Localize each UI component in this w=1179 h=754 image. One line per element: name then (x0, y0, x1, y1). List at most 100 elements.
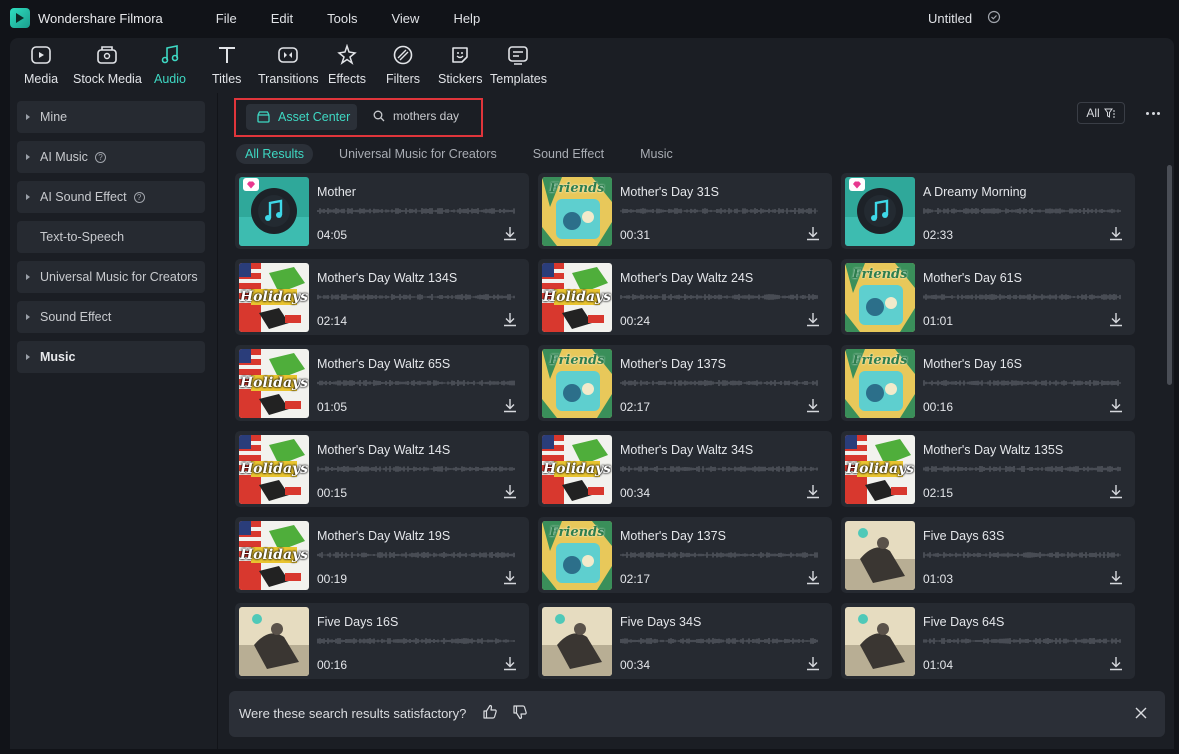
sidebar-item-sound-effect[interactable]: Sound Effect (17, 301, 205, 333)
audio-thumbnail[interactable] (845, 521, 915, 590)
waveform (923, 552, 1121, 558)
audio-thumbnail[interactable] (239, 607, 309, 676)
sidebar-item-mine[interactable]: Mine (17, 101, 205, 133)
saved-check-icon (987, 10, 1001, 24)
audio-thumbnail[interactable]: Friends (542, 521, 612, 590)
tool-stickers[interactable]: Stickers (438, 44, 482, 86)
asset-center-button[interactable]: Asset Center (246, 104, 357, 130)
audio-thumbnail[interactable]: Holidays (845, 435, 915, 504)
menu-help[interactable]: Help (436, 11, 497, 26)
audio-thumbnail[interactable]: Friends (542, 177, 612, 246)
audio-result-card[interactable]: Holidays Mother's Day Waltz 134S 02:14 (235, 259, 529, 335)
menu-file[interactable]: File (199, 11, 254, 26)
tab-sound-effect[interactable]: Sound Effect (533, 147, 604, 161)
download-icon[interactable] (503, 570, 517, 585)
audio-thumbnail[interactable]: Holidays (239, 349, 309, 418)
audio-result-card[interactable]: Five Days 34S 00:34 (538, 603, 832, 679)
tool-templates[interactable]: Templates (490, 44, 547, 86)
tool-transitions[interactable]: Transitions (258, 44, 319, 86)
help-icon[interactable]: ? (94, 151, 106, 163)
download-icon[interactable] (1109, 570, 1123, 585)
audio-thumbnail[interactable]: Holidays (239, 521, 309, 590)
sidebar-item-text-to-speech[interactable]: Text-to-Speech (17, 221, 205, 253)
menu-edit[interactable]: Edit (254, 11, 310, 26)
download-icon[interactable] (503, 226, 517, 241)
audio-title: Mother's Day Waltz 135S (923, 443, 1064, 457)
menu-view[interactable]: View (374, 11, 436, 26)
download-icon[interactable] (806, 656, 820, 671)
tool-effects[interactable]: Effects (328, 44, 366, 86)
audio-result-card[interactable]: Holidays Mother's Day Waltz 135S 02:15 (841, 431, 1135, 507)
audio-thumbnail[interactable]: Holidays (542, 435, 612, 504)
thumbs-up-icon[interactable] (482, 704, 498, 720)
audio-result-card[interactable]: Friends Mother's Day 137S 02:17 (538, 345, 832, 421)
audio-thumbnail[interactable]: Friends (845, 263, 915, 332)
close-icon[interactable] (1135, 707, 1147, 719)
download-icon[interactable] (1109, 656, 1123, 671)
download-icon[interactable] (806, 398, 820, 413)
thumbnail-text: Holidays (239, 375, 309, 391)
audio-result-card[interactable]: Friends Mother's Day 137S 02:17 (538, 517, 832, 593)
audio-title: Mother's Day Waltz 14S (317, 443, 451, 457)
waveform (620, 208, 818, 214)
menu-tools[interactable]: Tools (310, 11, 374, 26)
audio-thumbnail[interactable] (542, 607, 612, 676)
audio-thumbnail[interactable]: Holidays (239, 263, 309, 332)
audio-thumbnail[interactable]: Friends (542, 349, 612, 418)
audio-result-card[interactable]: Holidays Mother's Day Waltz 24S 00:24 (538, 259, 832, 335)
download-icon[interactable] (806, 570, 820, 585)
tool-filters[interactable]: Filters (386, 44, 420, 86)
thumbs-down-icon[interactable] (512, 704, 528, 720)
download-icon[interactable] (1109, 484, 1123, 499)
sidebar-item-ai-sound-effect[interactable]: AI Sound Effect? (17, 181, 205, 213)
thumbnail-text: Holidays (542, 461, 612, 477)
thumbnail-text: Holidays (542, 289, 612, 305)
audio-thumbnail[interactable]: Friends (845, 349, 915, 418)
download-icon[interactable] (503, 484, 517, 499)
audio-result-card[interactable]: A Dreamy Morning 02:33 (841, 173, 1135, 249)
tool-titles[interactable]: Titles (212, 44, 241, 86)
audio-result-card[interactable]: Mother 04:05 (235, 173, 529, 249)
audio-sidebar: Mine AI Music? AI Sound Effect? Text-to-… (10, 93, 218, 749)
download-icon[interactable] (806, 484, 820, 499)
audio-thumbnail[interactable]: Holidays (542, 263, 612, 332)
audio-result-card[interactable]: Holidays Mother's Day Waltz 34S 00:34 (538, 431, 832, 507)
download-icon[interactable] (503, 312, 517, 327)
audio-result-card[interactable]: Friends Mother's Day 61S 01:01 (841, 259, 1135, 335)
more-options-icon[interactable] (1146, 112, 1163, 115)
audio-result-card[interactable]: Five Days 64S 01:04 (841, 603, 1135, 679)
sidebar-item-music[interactable]: Music (17, 341, 205, 373)
download-icon[interactable] (1109, 312, 1123, 327)
audio-result-card[interactable]: Five Days 16S 00:16 (235, 603, 529, 679)
download-icon[interactable] (503, 656, 517, 671)
tab-universal-music[interactable]: Universal Music for Creators (339, 147, 497, 161)
scrollbar[interactable] (1167, 165, 1172, 385)
tool-audio[interactable]: Audio (154, 44, 186, 86)
waveform (620, 294, 818, 300)
thumbnail-text: Holidays (239, 289, 309, 305)
tab-all-results[interactable]: All Results (236, 144, 314, 164)
audio-result-card[interactable]: Five Days 63S 01:03 (841, 517, 1135, 593)
audio-thumbnail[interactable] (845, 607, 915, 676)
download-icon[interactable] (1109, 226, 1123, 241)
sidebar-item-ai-music[interactable]: AI Music? (17, 141, 205, 173)
sidebar-item-universal-music[interactable]: Universal Music for Creators (17, 261, 205, 293)
audio-result-card[interactable]: Holidays Mother's Day Waltz 14S 00:15 (235, 431, 529, 507)
download-icon[interactable] (1109, 398, 1123, 413)
download-icon[interactable] (806, 226, 820, 241)
tool-media[interactable]: Media (24, 44, 58, 86)
transitions-icon (278, 47, 299, 63)
download-icon[interactable] (503, 398, 517, 413)
audio-result-card[interactable]: Friends Mother's Day 31S 00:31 (538, 173, 832, 249)
audio-result-card[interactable]: Holidays Mother's Day Waltz 65S 01:05 (235, 345, 529, 421)
help-icon[interactable]: ? (133, 191, 145, 203)
audio-thumbnail[interactable]: Holidays (239, 435, 309, 504)
filter-button[interactable]: All (1077, 102, 1125, 124)
download-icon[interactable] (806, 312, 820, 327)
store-icon (257, 111, 270, 123)
tab-music[interactable]: Music (640, 147, 673, 161)
search-input[interactable]: mothers day (393, 109, 459, 123)
audio-result-card[interactable]: Holidays Mother's Day Waltz 19S 00:19 (235, 517, 529, 593)
tool-stock-media[interactable]: Stock Media (73, 44, 142, 86)
audio-result-card[interactable]: Friends Mother's Day 16S 00:16 (841, 345, 1135, 421)
